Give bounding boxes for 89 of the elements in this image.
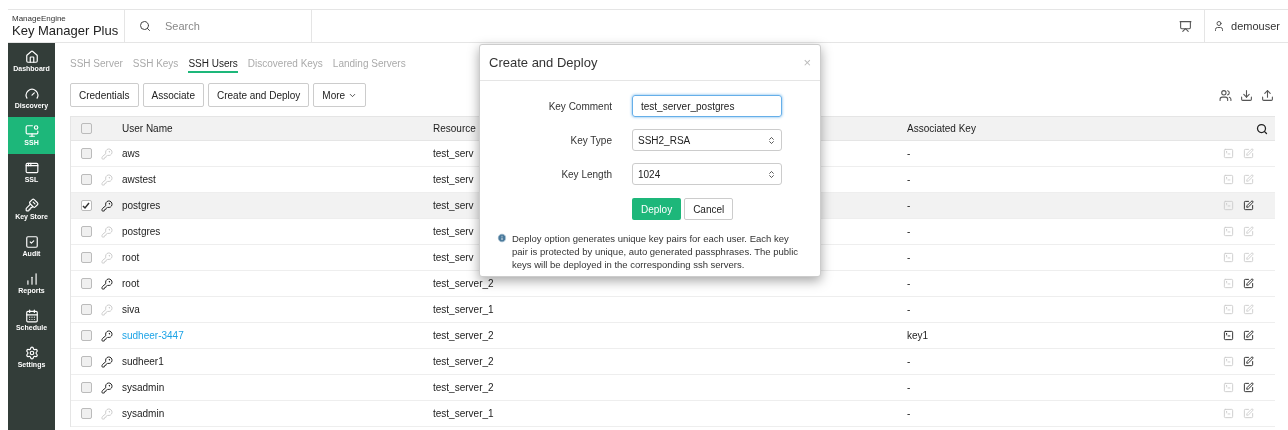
select-field[interactable]: 1024	[632, 163, 782, 185]
user-name-cell-text: aws	[122, 147, 140, 161]
gauge-icon	[24, 87, 39, 101]
user-name-cell-text: awstest	[122, 173, 156, 187]
associated-key-cell-text: -	[907, 355, 911, 369]
associated-key-cell-text: -	[907, 225, 911, 239]
username-link[interactable]: demouser	[1231, 17, 1280, 35]
resource-cell-text: test_serv	[433, 251, 474, 265]
home-icon	[24, 50, 39, 64]
associated-key-cell-text: -	[907, 199, 911, 213]
associated-key-cell-text: -	[907, 147, 911, 161]
info-icon	[497, 233, 507, 243]
dialog-note: Deploy option generates unique key pairs for each user. Each key pair is protected by unique, auto generated passphrases. The public keys will be deployed in the corresponding ssh servers.	[512, 232, 800, 271]
more-button[interactable]: More	[313, 83, 367, 107]
checkbox[interactable]	[80, 408, 92, 419]
checkbox[interactable]	[80, 304, 92, 315]
checkbox[interactable]	[80, 200, 92, 211]
window-icon	[24, 161, 39, 175]
select-field[interactable]: SSH2_RSA	[632, 129, 782, 151]
resource-cell-text: test_server_1	[433, 407, 494, 421]
associated-key-cell-text: -	[907, 251, 911, 265]
user-name-cell-text: root	[122, 251, 140, 265]
checkbox[interactable]	[80, 148, 92, 159]
associated-key-cell-text: -	[907, 381, 911, 395]
user-name-cell-text: sysadmin	[122, 407, 165, 421]
edit-icon[interactable]	[1243, 200, 1254, 211]
select-arrows-icon	[767, 169, 776, 179]
monitor-icon	[24, 124, 39, 138]
upload-icon[interactable]	[1261, 88, 1274, 102]
brand-subtitle: ManageEngine	[12, 14, 67, 23]
search-field[interactable]: Search	[165, 17, 295, 35]
bar-chart-icon	[24, 272, 39, 286]
app-title: Key Manager Plus	[12, 23, 120, 38]
resource-cell-text: test_server_1	[433, 303, 494, 317]
checkbox[interactable]	[80, 330, 92, 341]
resource-cell-text: test_serv	[433, 147, 474, 161]
column-header: Associated Key	[907, 122, 977, 136]
user-name-cell-text: sysadmin	[122, 381, 165, 395]
tab[interactable]: SSH Users	[188, 56, 238, 73]
key-icon	[24, 198, 39, 212]
checkbox[interactable]	[80, 278, 92, 289]
users-icon[interactable]	[1219, 88, 1232, 102]
search-icon[interactable]	[1256, 122, 1268, 135]
associated-key-cell-text: -	[907, 303, 911, 317]
column-header: Resource	[433, 122, 477, 136]
field-label: Key Comment	[547, 99, 612, 114]
resource-cell-text: test_serv	[433, 173, 474, 187]
resource-cell-text: test_server_2	[433, 355, 494, 369]
user-name-cell-text: sudheer1	[122, 355, 164, 369]
dialog-title: Create and Deploy	[489, 53, 598, 72]
calendar-icon	[24, 309, 39, 323]
associated-key-cell-text: -	[907, 173, 911, 187]
user-name-cell-text: postgres	[122, 225, 161, 239]
settings-icon	[24, 346, 39, 360]
download-icon[interactable]	[1240, 88, 1253, 102]
resource-cell-text: test_serv	[433, 225, 474, 239]
resource-cell-text: test_server_2	[433, 277, 494, 291]
user-name-cell-text: siva	[122, 303, 140, 317]
toolbar-button[interactable]: Credentials	[70, 83, 139, 107]
key-comment-field[interactable]: test_server_postgres	[632, 95, 782, 117]
checkbox[interactable]	[80, 226, 92, 237]
associated-key-cell-text: -	[907, 277, 911, 291]
associated-key-cell-text: -	[907, 407, 911, 421]
associated-key-cell-text: key1	[907, 329, 929, 343]
checkbox[interactable]	[80, 382, 92, 393]
field-label: Key Type	[569, 133, 612, 148]
checkbox[interactable]	[80, 356, 92, 367]
select-arrows-icon	[767, 135, 776, 145]
toolbar-button[interactable]: Create and Deploy	[207, 83, 310, 107]
user-name-cell-text: root	[122, 277, 140, 291]
resource-cell-text: test_server_2	[433, 329, 494, 343]
toolbar-button[interactable]: Associate	[142, 83, 204, 107]
checkbox-icon	[24, 235, 39, 249]
resource-cell-text: test_server_2	[433, 381, 494, 395]
field-label: Key Length	[560, 167, 612, 182]
edit-icon[interactable]	[1243, 278, 1254, 289]
edit-icon[interactable]	[1243, 382, 1254, 393]
edit-icon[interactable]	[1243, 356, 1254, 367]
cancel-button[interactable]: Cancel	[684, 198, 734, 220]
checkbox[interactable]	[80, 252, 92, 263]
checkbox[interactable]	[80, 123, 92, 134]
checkbox[interactable]	[80, 174, 92, 185]
column-header: User Name	[122, 122, 174, 136]
presentation-icon[interactable]	[1179, 19, 1193, 33]
resource-cell-text: test_serv	[433, 199, 474, 213]
terminal-icon[interactable]	[1223, 330, 1234, 341]
user-name-cell-text: postgres	[122, 199, 161, 213]
edit-icon[interactable]	[1243, 330, 1254, 341]
user-icon	[1213, 20, 1226, 32]
